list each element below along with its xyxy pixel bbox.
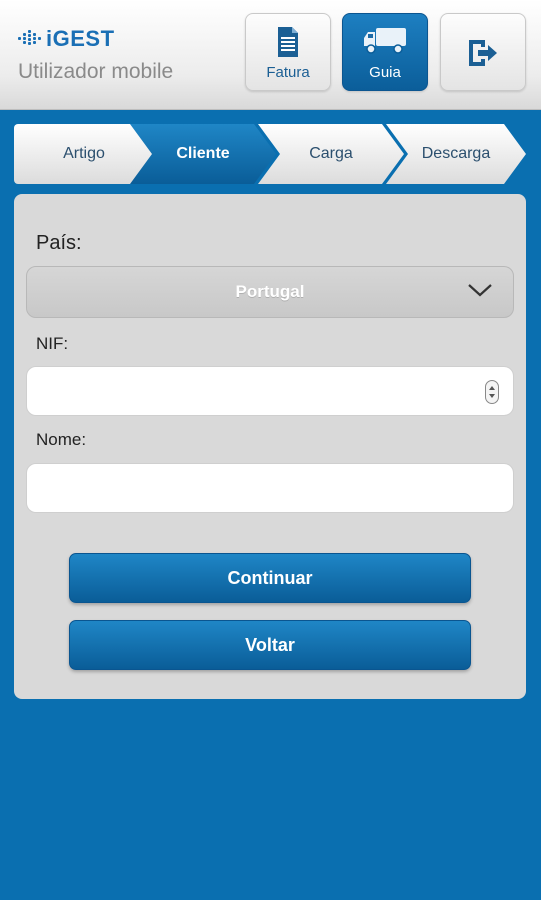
number-spinner-icon[interactable]: [485, 380, 499, 404]
continue-button[interactable]: Continuar: [69, 553, 471, 603]
step-artigo[interactable]: Artigo: [14, 124, 154, 184]
country-select[interactable]: Portugal: [26, 266, 514, 318]
name-input[interactable]: [26, 463, 514, 513]
logout-icon: [469, 40, 497, 66]
nif-label: NIF:: [36, 334, 69, 353]
logo-text: iGEST: [46, 26, 115, 51]
guia-label: Guia: [369, 64, 401, 81]
app-header: iGEST Utilizador mobile Fatura Guia: [0, 0, 541, 110]
logo-dots-icon: [18, 30, 42, 48]
country-value: Portugal: [235, 282, 305, 301]
igest-logo: iGEST: [18, 26, 115, 52]
document-icon: [278, 27, 298, 57]
client-form-panel: País: Portugal NIF: Nome: Continuar Volt…: [14, 194, 526, 699]
guia-button[interactable]: Guia: [342, 13, 428, 91]
back-button[interactable]: Voltar: [69, 620, 471, 670]
truck-icon: [364, 28, 406, 54]
logout-button[interactable]: [440, 13, 526, 91]
country-label: País:: [36, 232, 82, 254]
step-carga[interactable]: Carga: [258, 124, 404, 184]
user-label: Utilizador mobile: [18, 60, 174, 83]
fatura-button[interactable]: Fatura: [245, 13, 331, 91]
chevron-down-icon: [468, 284, 492, 297]
name-label: Nome:: [36, 430, 87, 449]
wizard-steps: Artigo Cliente Carga Descarga: [14, 124, 526, 184]
step-descarga[interactable]: Descarga: [386, 124, 526, 184]
nif-input[interactable]: [26, 366, 514, 416]
fatura-label: Fatura: [266, 64, 310, 81]
